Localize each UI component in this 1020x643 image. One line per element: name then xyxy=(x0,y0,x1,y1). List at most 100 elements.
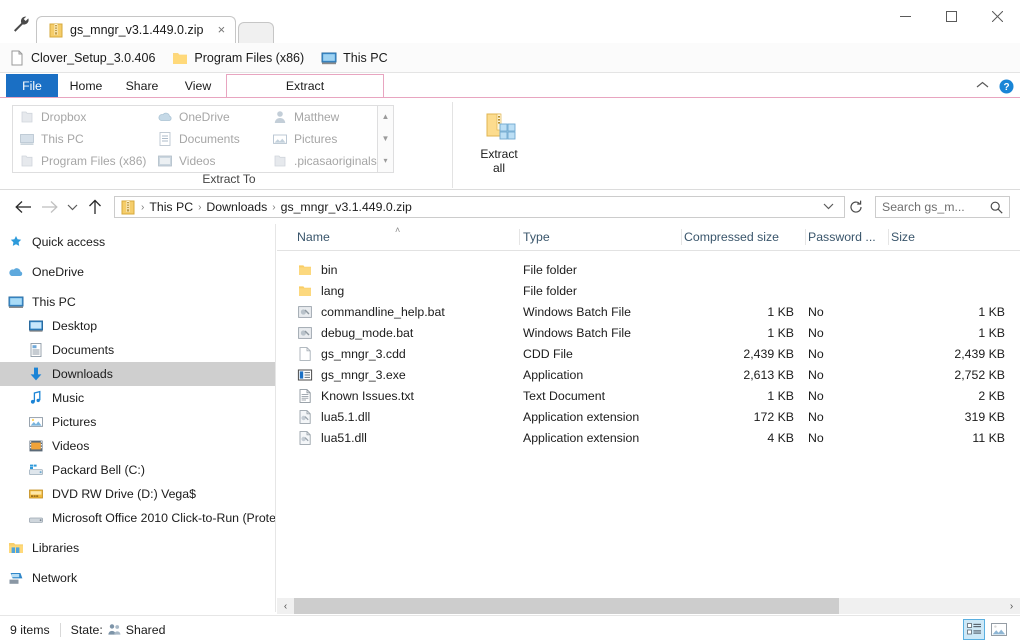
extract-to-gallery[interactable]: Dropbox OneDrive Matthew This PC Documen… xyxy=(12,105,378,173)
chevron-down-icon[interactable] xyxy=(817,202,840,213)
nav-item-network[interactable]: Network xyxy=(0,566,275,590)
breadcrumb-downloads[interactable]: Downloads xyxy=(203,200,270,214)
scrollbar-thumb[interactable] xyxy=(294,598,839,614)
table-row[interactable]: commandline_help.bat Windows Batch File … xyxy=(277,301,1020,322)
file-password: No xyxy=(808,304,824,319)
back-button[interactable] xyxy=(10,194,36,220)
bookmark-item-clover-setup[interactable]: Clover_Setup_3.0.406 xyxy=(9,50,155,66)
scroll-up-icon[interactable]: ▲ xyxy=(382,113,390,121)
horizontal-scrollbar[interactable]: ‹ › xyxy=(277,598,1020,614)
bookmark-label: Clover_Setup_3.0.406 xyxy=(31,50,156,65)
nav-item-label: Network xyxy=(32,571,78,585)
ribbon-panel: Dropbox OneDrive Matthew This PC Documen… xyxy=(0,98,1020,190)
breadcrumb-current-zip[interactable]: gs_mngr_v3.1.449.0.zip xyxy=(278,200,415,214)
help-icon[interactable]: ? xyxy=(999,79,1014,94)
extract-all-button[interactable]: Extract all xyxy=(454,106,544,178)
gallery-item-documents[interactable]: Documents xyxy=(153,128,268,150)
nav-item-pictures[interactable]: Pictures xyxy=(0,410,275,434)
details-view-icon[interactable] xyxy=(963,619,985,640)
column-header-name[interactable]: Name xyxy=(297,224,517,250)
sort-ascending-icon: ˄ xyxy=(395,225,401,235)
minimize-icon[interactable] xyxy=(882,0,928,32)
ribbon-tab-extract[interactable]: Extract xyxy=(226,74,384,98)
search-icon[interactable] xyxy=(990,201,1003,214)
close-icon[interactable]: × xyxy=(213,22,229,38)
gallery-item-picasaoriginals[interactable]: .picasaoriginals xyxy=(268,150,381,172)
table-row[interactable]: lang File folder xyxy=(277,280,1020,301)
gallery-item-onedrive[interactable]: OneDrive xyxy=(153,106,268,128)
new-tab-button[interactable] xyxy=(238,22,275,43)
breadcrumb-this-pc[interactable]: This PC xyxy=(146,200,196,214)
gallery-item-program-files[interactable]: Program Files (x86) xyxy=(15,150,153,172)
column-divider[interactable] xyxy=(805,229,806,245)
refresh-icon[interactable] xyxy=(845,196,867,218)
column-header-type[interactable]: Type xyxy=(523,224,681,250)
nav-item-packard-bell-c[interactable]: Packard Bell (C:) xyxy=(0,458,275,482)
table-row[interactable]: bin File folder xyxy=(277,259,1020,280)
browser-tab-active[interactable]: gs_mngr_v3.1.449.0.zip × xyxy=(36,16,237,43)
scroll-right-icon[interactable]: › xyxy=(1003,598,1020,614)
maximize-icon[interactable] xyxy=(928,0,974,32)
title-bar: gs_mngr_v3.1.449.0.zip × xyxy=(0,0,1020,43)
table-row[interactable]: gs_mngr_3.cdd CDD File 2,439 KB No 2,439… xyxy=(277,343,1020,364)
ribbon-tab-file[interactable]: File xyxy=(6,74,58,98)
bookmark-item-program-files[interactable]: Program Files (x86) xyxy=(172,50,304,66)
ribbon-tab-share[interactable]: Share xyxy=(114,74,170,98)
recent-locations-button[interactable] xyxy=(62,194,82,220)
scrollbar-track[interactable] xyxy=(294,598,1003,614)
nav-item-ms-office-clicktorun[interactable]: Microsoft Office 2010 Click-to-Run (Prot… xyxy=(0,506,275,530)
nav-item-this-pc[interactable]: This PC xyxy=(0,290,275,314)
up-button[interactable] xyxy=(82,194,108,220)
nav-item-videos[interactable]: Videos xyxy=(0,434,275,458)
ribbon-tab-view[interactable]: View xyxy=(170,74,226,98)
file-name: lang xyxy=(321,283,345,298)
nav-item-music[interactable]: Music xyxy=(0,386,275,410)
column-header-size[interactable]: Size xyxy=(891,224,1005,250)
gallery-item-dropbox[interactable]: Dropbox xyxy=(15,106,153,128)
table-row[interactable]: lua51.dll Application extension 4 KB No … xyxy=(277,427,1020,448)
nav-item-label: Pictures xyxy=(52,415,97,429)
file-explorer-window: gs_mngr_v3.1.449.0.zip × Clover_Setup_3.… xyxy=(0,0,1020,643)
file-compressed-size: 1 KB xyxy=(767,325,794,340)
address-input[interactable]: › This PC › Downloads › gs_mngr_v3.1.449… xyxy=(114,196,845,218)
user-icon xyxy=(272,109,288,125)
table-row[interactable]: lua5.1.dll Application extension 172 KB … xyxy=(277,406,1020,427)
close-icon[interactable] xyxy=(974,0,1020,32)
scroll-down-icon[interactable]: ▼ xyxy=(382,135,390,143)
gallery-item-videos[interactable]: Videos xyxy=(153,150,268,172)
scroll-left-icon[interactable]: ‹ xyxy=(277,598,294,614)
folder-grey-icon xyxy=(19,109,35,125)
nav-item-quick-access[interactable]: Quick access xyxy=(0,230,275,254)
bookmark-item-this-pc[interactable]: This PC xyxy=(321,50,388,66)
nav-item-libraries[interactable]: Libraries xyxy=(0,536,275,560)
table-row[interactable]: Known Issues.txt Text Document 1 KB No 2… xyxy=(277,385,1020,406)
column-divider[interactable] xyxy=(681,229,682,245)
tab-strip: gs_mngr_v3.1.449.0.zip × xyxy=(36,16,275,43)
search-input[interactable]: Search gs_m... xyxy=(875,196,1010,218)
file-compressed-size: 1 KB xyxy=(767,304,794,319)
nav-item-onedrive[interactable]: OneDrive xyxy=(0,260,275,284)
nav-item-downloads[interactable]: Downloads xyxy=(0,362,275,386)
file-size: 1 KB xyxy=(978,325,1005,340)
nav-item-dvd-rw-drive[interactable]: DVD RW Drive (D:) Vega$ xyxy=(0,482,275,506)
wrench-icon[interactable] xyxy=(8,13,34,35)
table-row[interactable]: gs_mngr_3.exe Application 2,613 KB No 2,… xyxy=(277,364,1020,385)
column-divider[interactable] xyxy=(888,229,889,245)
scroll-more-icon[interactable]: ▾ xyxy=(383,157,387,165)
gallery-scrollbar[interactable]: ▲ ▼ ▾ xyxy=(378,105,394,173)
nav-item-documents[interactable]: Documents xyxy=(0,338,275,362)
gallery-item-matthew[interactable]: Matthew xyxy=(268,106,381,128)
column-header-password[interactable]: Password ... xyxy=(808,224,888,250)
column-divider[interactable] xyxy=(519,229,520,245)
file-password: No xyxy=(808,388,824,403)
column-header-compressed-size[interactable]: Compressed size xyxy=(684,224,805,250)
nav-item-desktop[interactable]: Desktop xyxy=(0,314,275,338)
ribbon-tab-home[interactable]: Home xyxy=(58,74,114,98)
chevron-up-icon[interactable] xyxy=(976,80,989,92)
table-row[interactable]: debug_mode.bat Windows Batch File 1 KB N… xyxy=(277,322,1020,343)
file-name-cell: lua51.dll xyxy=(297,430,367,446)
forward-button[interactable] xyxy=(36,194,62,220)
gallery-item-this-pc[interactable]: This PC xyxy=(15,128,153,150)
gallery-item-pictures[interactable]: Pictures xyxy=(268,128,381,150)
large-icons-view-icon[interactable] xyxy=(988,619,1010,640)
